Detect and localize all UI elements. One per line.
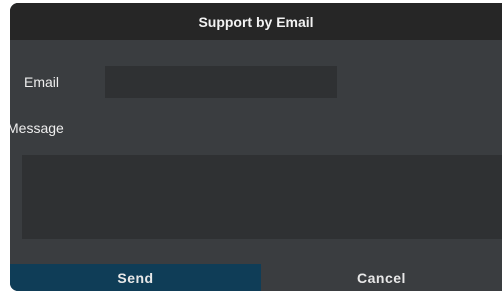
cancel-button[interactable]: Cancel xyxy=(261,264,502,291)
message-label: Message xyxy=(10,120,64,136)
dialog-title: Support by Email xyxy=(10,3,502,40)
email-input[interactable] xyxy=(105,66,337,98)
email-label: Email xyxy=(24,74,60,90)
support-email-dialog: Support by Email Email Message Send Canc… xyxy=(10,3,502,291)
send-button[interactable]: Send xyxy=(10,264,261,291)
message-textarea[interactable] xyxy=(22,155,502,239)
